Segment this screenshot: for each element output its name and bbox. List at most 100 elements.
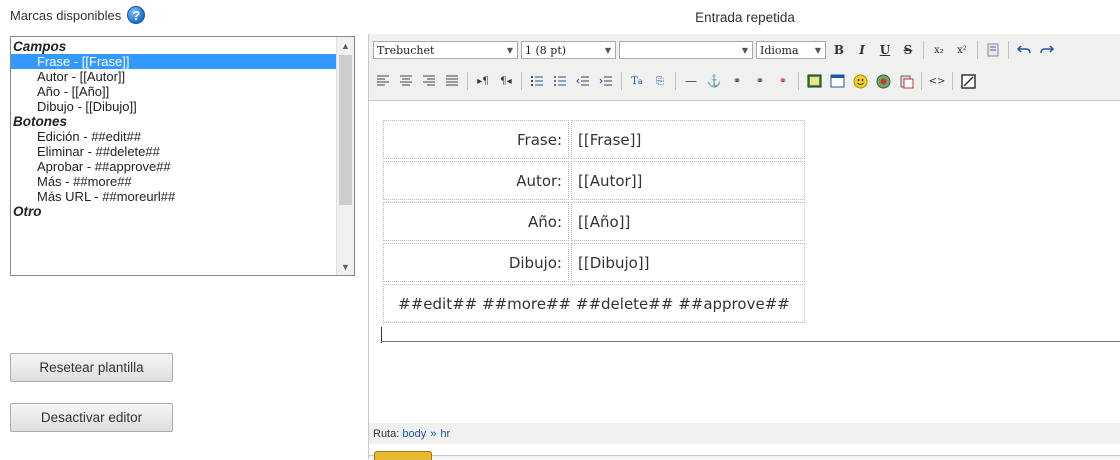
toolbar-separator (921, 72, 922, 90)
tags-panel-title: Marcas disponibles (10, 7, 122, 23)
table-cell-label: Dibujo: (383, 243, 569, 282)
group-label-botones: Botones (13, 114, 67, 129)
toolbar-separator (798, 72, 799, 90)
undo-icon[interactable] (1014, 40, 1034, 60)
chevron-down-icon: ▼ (741, 45, 748, 55)
table-icon[interactable] (827, 71, 847, 91)
table-cell-value: [[Frase]] (571, 120, 805, 159)
scroll-down-icon[interactable]: ▼ (337, 258, 354, 275)
table-cell-label: Año: (383, 202, 569, 241)
group-label-otro: Otro (13, 204, 42, 219)
table-row: Dibujo: [[Dibujo]] (383, 243, 805, 282)
template-table: Frase: [[Frase]] Autor: [[Autor]] Año: [… (381, 118, 807, 325)
path-statusbar: Ruta: body » hr (369, 423, 1120, 444)
table-row: Autor: [[Autor]] (383, 161, 805, 200)
scroll-thumb[interactable] (339, 55, 352, 205)
path-item-hr[interactable]: hr (440, 428, 450, 440)
superscript-icon[interactable]: x² (952, 40, 972, 60)
link-icon[interactable]: ⚭ (727, 71, 747, 91)
table-cell-label: Autor: (383, 161, 569, 200)
clean-format-icon[interactable] (983, 40, 1003, 60)
path-item-body[interactable]: body (402, 428, 426, 440)
align-right-icon[interactable] (419, 71, 439, 91)
table-row: Año: [[Año]] (383, 202, 805, 241)
table-cell-buttons: ##edit## ##more## ##delete## ##approve## (383, 284, 805, 323)
indent-icon[interactable] (596, 71, 616, 91)
toolbar-separator (521, 72, 522, 90)
ltr-icon[interactable]: ▸¶ (473, 71, 493, 91)
outdent-icon[interactable] (573, 71, 593, 91)
chevron-down-icon: ▼ (814, 45, 821, 55)
paste-icon[interactable] (896, 71, 916, 91)
list-item[interactable]: Autor - [[Autor]] (11, 69, 337, 84)
table-cell-value: [[Dibujo]] (571, 243, 805, 282)
toolbar-separator (467, 72, 468, 90)
toolbar-separator (675, 72, 676, 90)
list-item[interactable]: Más URL - ##moreurl## (11, 189, 337, 204)
list-item[interactable]: Eliminar - ##delete## (11, 144, 337, 159)
table-cell-label: Frase: (383, 120, 569, 159)
list-item[interactable]: Frase - [[Frase]] (11, 54, 337, 69)
unordered-list-icon[interactable] (550, 71, 570, 91)
list-item[interactable]: Año - [[Año]] (11, 84, 337, 99)
unlink-icon[interactable]: ⚭ (773, 71, 793, 91)
special-char-icon[interactable] (873, 71, 893, 91)
list-scrollbar[interactable]: ▲ ▼ (336, 37, 354, 275)
bold-icon[interactable]: B (829, 40, 849, 60)
list-item[interactable]: Edición - ##edit## (11, 129, 337, 144)
italic-icon[interactable]: I (852, 40, 872, 60)
ordered-list-icon[interactable] (527, 71, 547, 91)
language-select[interactable]: Idioma ▼ (756, 41, 826, 59)
path-arrow-icon: » (430, 427, 437, 440)
background-color-icon[interactable]: ⎘ (650, 71, 670, 91)
disable-editor-button[interactable]: Desactivar editor (10, 403, 173, 432)
language-value: Idioma (760, 43, 799, 57)
anchor-icon[interactable]: ⚓ (704, 71, 724, 91)
underline-icon[interactable]: U (875, 40, 895, 60)
editor-toolbar: Trebuchet ▼ 1 (8 pt) ▼ ▼ Idioma ▼ B I U … (369, 34, 1120, 101)
tags-listbox[interactable]: Campos Frase - [[Frase]] Autor - [[Autor… (10, 36, 355, 276)
tags-panel-header: Marcas disponibles ? (10, 6, 146, 24)
editor-title: Entrada repetida (695, 10, 795, 25)
table-row: Frase: [[Frase]] (383, 120, 805, 159)
format-select[interactable]: ▼ (619, 41, 753, 59)
font-family-select[interactable]: Trebuchet ▼ (373, 41, 518, 59)
group-label-campos: Campos (13, 39, 67, 54)
horizontal-rule (381, 341, 1120, 342)
strikethrough-icon[interactable]: S (898, 40, 918, 60)
rich-text-editor: Trebuchet ▼ 1 (8 pt) ▼ ▼ Idioma ▼ B I U … (368, 34, 1120, 460)
auto-link-icon[interactable]: ⚭ (750, 71, 770, 91)
table-cell-value: [[Autor]] (571, 161, 805, 200)
toolbar-separator (923, 41, 924, 59)
text-color-icon[interactable]: Ta (627, 71, 647, 91)
font-size-select[interactable]: 1 (8 pt) ▼ (521, 41, 616, 59)
list-item[interactable]: Más - ##more## (11, 174, 337, 189)
reset-template-button[interactable]: Resetear plantilla (10, 353, 173, 382)
emoticon-icon[interactable] (850, 71, 870, 91)
font-family-value: Trebuchet (377, 43, 435, 57)
subscript-icon[interactable]: x₂ (929, 40, 949, 60)
align-center-icon[interactable] (396, 71, 416, 91)
toolbar-separator (621, 72, 622, 90)
horizontal-rule-icon[interactable]: — (681, 71, 701, 91)
html-source-icon[interactable]: <> (927, 71, 947, 91)
toolbar-separator (1008, 41, 1009, 59)
toolbar-separator (952, 72, 953, 90)
rtl-icon[interactable]: ¶◂ (496, 71, 516, 91)
align-left-icon[interactable] (373, 71, 393, 91)
list-item[interactable]: Aprobar - ##approve## (11, 159, 337, 174)
redo-icon[interactable] (1037, 40, 1057, 60)
chevron-down-icon: ▼ (604, 45, 611, 55)
editor-content-area[interactable]: Frase: [[Frase]] Autor: [[Autor]] Año: [… (369, 101, 1120, 456)
path-label: Ruta: (373, 427, 400, 440)
table-cell-value: [[Año]] (571, 202, 805, 241)
help-icon[interactable]: ? (127, 6, 146, 24)
font-size-value: 1 (8 pt) (525, 43, 567, 57)
image-icon[interactable] (804, 71, 824, 91)
fullscreen-icon[interactable] (958, 71, 978, 91)
scroll-up-icon[interactable]: ▲ (337, 37, 354, 54)
list-item[interactable]: Dibujo - [[Dibujo]] (11, 99, 337, 114)
table-row: ##edit## ##more## ##delete## ##approve## (383, 284, 805, 323)
align-justify-icon[interactable] (442, 71, 462, 91)
chevron-down-icon: ▼ (506, 45, 513, 55)
